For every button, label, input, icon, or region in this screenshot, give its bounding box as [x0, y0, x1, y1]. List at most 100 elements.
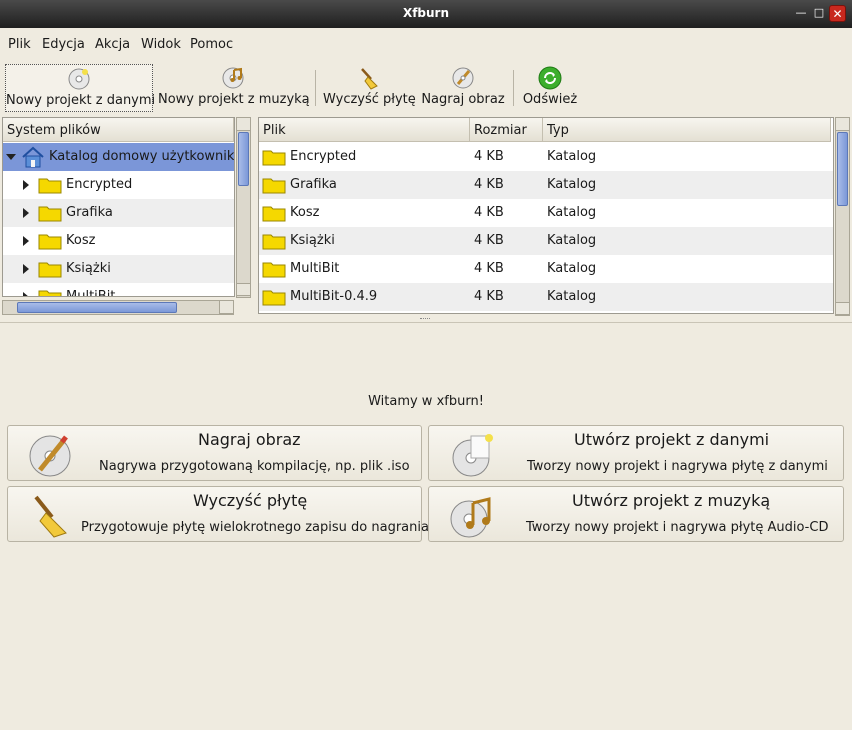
- file-type: Katalog: [547, 177, 597, 192]
- blank-disc-button[interactable]: Wyczyść płytę: [323, 64, 416, 112]
- file-row[interactable]: Grafika 4 KB Katalog: [259, 171, 833, 199]
- file-row[interactable]: MultiBit 4 KB Katalog: [259, 255, 833, 283]
- refresh-icon: [538, 66, 562, 90]
- menu-edycja[interactable]: Edycja: [42, 37, 85, 52]
- scroll-down-icon[interactable]: [836, 302, 849, 315]
- folder-icon: [38, 234, 62, 250]
- file-type: Katalog: [547, 261, 597, 276]
- toolbar-label: Nowy projekt z danymi: [6, 93, 156, 108]
- cd-data-icon: [68, 68, 90, 90]
- file-size: 4 KB: [474, 233, 504, 248]
- new-data-project-button[interactable]: Nowy projekt z danymi: [5, 64, 156, 112]
- tree-item-label: Katalog domowy użytkownika: [49, 149, 235, 164]
- action-title: Nagraj obraz: [198, 430, 301, 449]
- toolbar-separator: [513, 70, 514, 106]
- toolbar-label: Nowy projekt z muzyką: [158, 92, 310, 107]
- tree-horizontal-scrollbar[interactable]: [2, 300, 234, 315]
- new-audio-project-button[interactable]: Nowy projekt z muzyką: [158, 64, 310, 112]
- maximize-icon[interactable]: □: [812, 6, 826, 20]
- expander-right-icon[interactable]: [23, 208, 29, 218]
- action-title: Wyczyść płytę: [193, 491, 308, 510]
- scroll-thumb[interactable]: [837, 132, 848, 206]
- file-size: 4 KB: [474, 149, 504, 164]
- file-list[interactable]: Plik Rozmiar Typ Encrypted 4 KB Katalog …: [258, 117, 834, 314]
- tree-item[interactable]: MultiBit: [3, 283, 234, 296]
- file-row[interactable]: MultiBit-0.4.9 4 KB Katalog: [259, 283, 833, 311]
- column-header-size[interactable]: Rozmiar: [470, 118, 543, 142]
- scroll-thumb[interactable]: [17, 302, 177, 313]
- title-bar: Xfburn — □ ✕: [0, 0, 852, 28]
- file-name: Kosz: [290, 205, 320, 220]
- file-list-vertical-scrollbar[interactable]: [835, 117, 850, 316]
- tree-item[interactable]: Grafika: [3, 199, 234, 227]
- column-header-file[interactable]: Plik: [259, 118, 470, 142]
- folder-icon: [38, 262, 62, 278]
- toolbar: Nowy projekt z danymi Nowy projekt z muz…: [0, 60, 852, 116]
- broom-icon: [34, 495, 67, 538]
- broom-icon: [361, 68, 378, 90]
- expander-right-icon[interactable]: [23, 180, 29, 190]
- menu-pomoc[interactable]: Pomoc: [190, 37, 233, 52]
- refresh-button[interactable]: Odśwież: [520, 64, 580, 112]
- tree-vertical-scrollbar[interactable]: [236, 117, 251, 298]
- minimize-icon[interactable]: —: [794, 6, 808, 20]
- new-audio-project-action-button[interactable]: Utwórz projekt z muzyką Tworzy nowy proj…: [428, 486, 844, 542]
- menu-plik[interactable]: Plik: [8, 37, 31, 52]
- action-description: Nagrywa przygotowaną kompilację, np. pli…: [99, 459, 410, 474]
- tree-item[interactable]: Książki: [3, 255, 234, 283]
- folder-icon: [38, 290, 62, 296]
- file-name: MultiBit-0.4.9: [290, 289, 378, 304]
- file-type: Katalog: [547, 289, 597, 304]
- scroll-up-icon[interactable]: [836, 118, 849, 131]
- file-size: 4 KB: [474, 261, 504, 276]
- toolbar-label: Wyczyść płytę: [323, 92, 416, 107]
- file-name: Książki: [290, 233, 335, 248]
- file-row[interactable]: Kosz 4 KB Katalog: [259, 199, 833, 227]
- folder-icon: [262, 290, 286, 306]
- tree-item[interactable]: Kosz: [3, 227, 234, 255]
- cd-audio-icon: [450, 497, 491, 538]
- burn-image-icon: [452, 67, 474, 89]
- file-size: 4 KB: [474, 177, 504, 192]
- expander-right-icon[interactable]: [23, 236, 29, 246]
- close-icon[interactable]: ✕: [829, 5, 846, 22]
- toolbar-separator: [315, 70, 316, 106]
- file-row[interactable]: Encrypted 4 KB Katalog: [259, 143, 833, 171]
- action-description: Tworzy nowy projekt i nagrywa płytę z da…: [527, 459, 828, 474]
- pane-separator: [0, 322, 852, 323]
- scroll-right-icon[interactable]: [219, 301, 233, 314]
- file-row[interactable]: Książki 4 KB Katalog: [259, 227, 833, 255]
- file-type: Katalog: [547, 233, 597, 248]
- home-icon: [22, 146, 44, 168]
- folder-icon: [262, 206, 286, 222]
- burn-image-action-button[interactable]: Nagraj obraz Nagrywa przygotowaną kompil…: [7, 425, 422, 481]
- blank-disc-action-button[interactable]: Wyczyść płytę Przygotowuje płytę wielokr…: [7, 486, 429, 542]
- file-size: 4 KB: [474, 289, 504, 304]
- expander-right-icon[interactable]: [23, 292, 29, 296]
- file-name: Grafika: [290, 177, 337, 192]
- file-type: Katalog: [547, 205, 597, 220]
- expander-down-icon[interactable]: [6, 154, 16, 160]
- scroll-thumb[interactable]: [238, 132, 249, 186]
- tree-item[interactable]: Encrypted: [3, 171, 234, 199]
- tree-item-label: Encrypted: [66, 177, 133, 192]
- toolbar-label: Odśwież: [522, 92, 578, 107]
- menu-akcja[interactable]: Akcja: [95, 37, 130, 52]
- new-data-project-action-button[interactable]: Utwórz projekt z danymi Tworzy nowy proj…: [428, 425, 844, 481]
- burn-image-button[interactable]: Nagraj obraz: [420, 64, 506, 112]
- toolbar-label: Nagraj obraz: [421, 92, 505, 107]
- menu-widok[interactable]: Widok: [141, 37, 181, 52]
- tree-item-label: Grafika: [66, 205, 113, 220]
- tree-item-home[interactable]: Katalog domowy użytkownika: [3, 143, 234, 171]
- scroll-up-icon[interactable]: [237, 118, 250, 131]
- folder-icon: [262, 234, 286, 250]
- folder-icon: [38, 178, 62, 194]
- file-size: 4 KB: [474, 205, 504, 220]
- filesystem-tree[interactable]: System plików Katalog domowy użytkownika…: [2, 117, 235, 297]
- tree-item-label: Kosz: [66, 233, 96, 248]
- scroll-down-icon[interactable]: [237, 283, 250, 296]
- filesystem-header[interactable]: System plików: [3, 118, 234, 142]
- action-title: Utwórz projekt z muzyką: [572, 491, 771, 510]
- column-header-type[interactable]: Typ: [543, 118, 831, 142]
- expander-right-icon[interactable]: [23, 264, 29, 274]
